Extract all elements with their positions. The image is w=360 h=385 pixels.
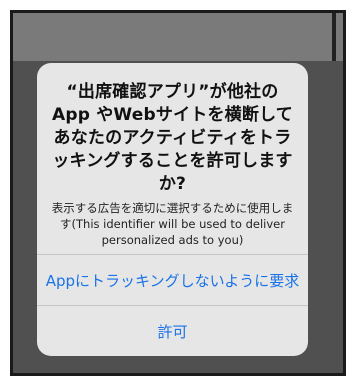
dialog-title: “出席確認アプリ”が他社の App やWebサイトを横断してあなたのアクティビテ… xyxy=(52,82,293,194)
dialog-content: “出席確認アプリ”が他社の App やWebサイトを横断してあなたのアクティビテ… xyxy=(37,63,308,248)
ask-app-not-to-track-button[interactable]: Appにトラッキングしないように要求 xyxy=(37,255,308,306)
top-bar-divider xyxy=(332,13,336,61)
dialog-actions: Appにトラッキングしないように要求 許可 xyxy=(37,254,308,356)
dialog-message: 表示する広告を適切に選択するために使用します(This identifier w… xyxy=(51,201,294,247)
app-top-bar xyxy=(13,13,343,62)
tracking-permission-dialog: “出席確認アプリ”が他社の App やWebサイトを横断してあなたのアクティビテ… xyxy=(37,63,308,356)
allow-tracking-button[interactable]: 許可 xyxy=(37,306,308,356)
